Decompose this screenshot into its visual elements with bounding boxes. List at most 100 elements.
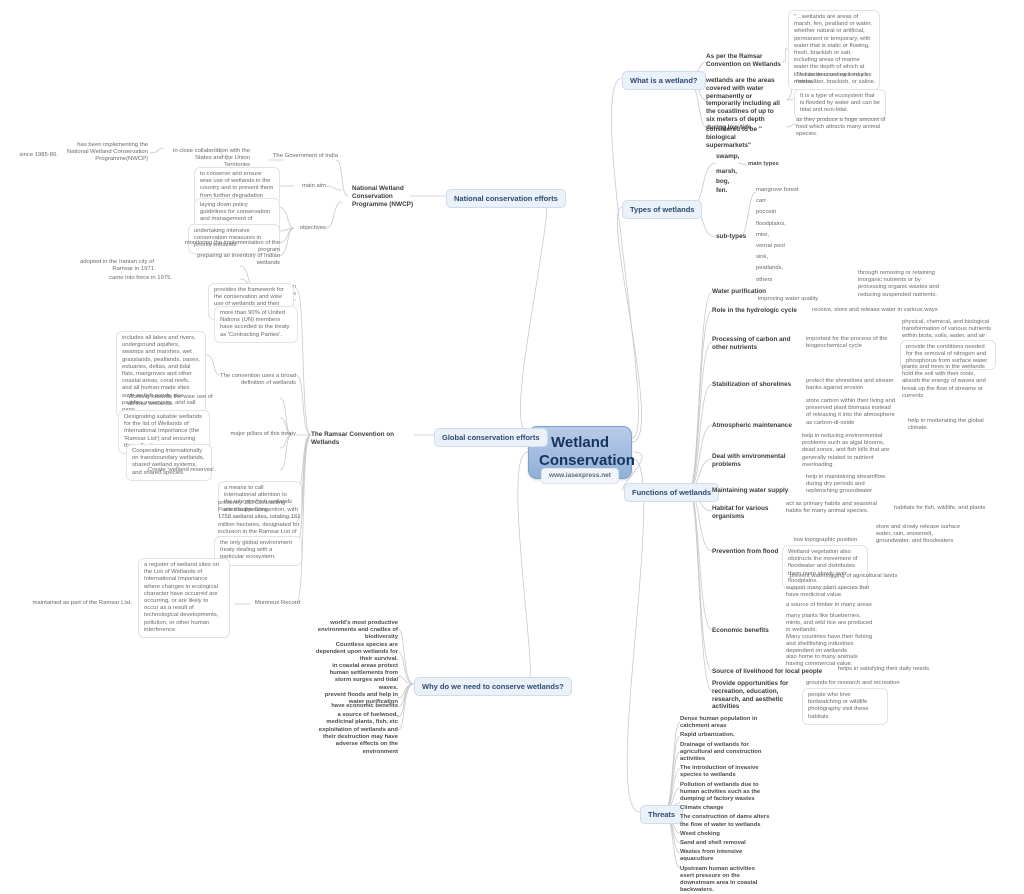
main-type-item: bog, xyxy=(716,177,730,185)
function-label-water-purification: Water purification xyxy=(712,288,767,295)
topic-national-conservation[interactable]: National conservation efforts xyxy=(446,189,566,209)
why-conserve-item: in coastal areas protect human settlemen… xyxy=(329,663,398,691)
ramsar-pillar-item: Create 'wetland reserves'. xyxy=(148,467,216,473)
topic-types-of-wetlands[interactable]: Types of wetlands xyxy=(622,200,703,220)
why-conserve-item: exploitation of wetlands and their destr… xyxy=(318,727,398,755)
function-child: grounds for research and recreation xyxy=(806,680,900,686)
function-label-atmospheric-maintenance: Atmospheric maintenance xyxy=(712,422,792,429)
ramsar-pillar-item: Cooperating internationally on transboun… xyxy=(126,444,212,481)
biological-supermarkets-child: as they produce a huge amount of food wh… xyxy=(796,117,886,138)
function-child: receive, store and release water in vari… xyxy=(812,307,938,313)
threat-item: Drainage of wetlands for agricultural an… xyxy=(680,741,762,763)
topic-why-conserve[interactable]: Why do we need to conserve wetlands? xyxy=(414,677,572,697)
why-conserve-item: a source of fuelwood, medicinal plants, … xyxy=(326,712,398,726)
montreux-record-label: Montreux Record xyxy=(254,600,300,606)
threats-list: Dense human population in catchment area… xyxy=(680,716,770,894)
threat-item: Wastes from intensive aquaculture xyxy=(680,849,743,863)
function-label-economic-benefits: Economic benefits xyxy=(712,627,769,634)
sub-type-item: others xyxy=(756,276,773,283)
topic-global-conservation[interactable]: Global conservation efforts xyxy=(434,428,548,448)
wetlands-areas-label: wetlands are the areas covered with wate… xyxy=(706,77,780,131)
ramsar-force: came into force in 1975. xyxy=(109,275,172,281)
ramsar-definition-label: As per the Ramsar Convention on Wetlands xyxy=(706,53,781,68)
function-label-source-livelihood: Source of livelihood for local people xyxy=(712,668,823,675)
threat-item: Weed choking xyxy=(680,830,720,837)
central-title: Wetland Conservation xyxy=(539,434,635,470)
threat-item: The introduction of invasive species to … xyxy=(680,765,759,779)
function-grandchild: plants and trees in the wetlands hold th… xyxy=(902,364,986,399)
function-label-hydrologic-cycle: Role in the hydrologic cycle xyxy=(712,307,797,314)
main-type-item: marsh, xyxy=(716,167,737,175)
function-grandchild: through removing or retaining inorganic … xyxy=(858,270,939,298)
nwcp-since: since 1985-86. xyxy=(19,152,58,158)
threat-item: Rapid urbanization. xyxy=(680,732,735,739)
function-label-water-supply: Maintaining water supply xyxy=(712,487,789,494)
sub-type-item: mire, xyxy=(756,231,770,238)
sub-type-item: peatlands, xyxy=(756,265,784,272)
nwcp-title: National Wetland Conservation Programme … xyxy=(352,185,414,208)
function-child: people who love birdwatching or wildlife… xyxy=(802,688,888,725)
ramsar-pillar-item: Working towards the wise use of all thei… xyxy=(128,394,213,408)
function-child: improving water quality xyxy=(758,296,819,302)
wetlands-areas-child-1: It is a type of ecosystem that is floode… xyxy=(794,89,886,119)
threat-item: Dense human population in catchment area… xyxy=(680,716,758,730)
function-label-recreation-education: Provide opportunities for recreation, ed… xyxy=(712,680,789,711)
threat-item: Upstream human activities exert pressure… xyxy=(680,865,758,894)
main-type-item: swamp, xyxy=(716,153,740,160)
sub-type-item: sink, xyxy=(756,254,769,261)
threat-item: Climate change xyxy=(680,805,724,812)
topic-what-is-a-wetland[interactable]: What is a wetland? xyxy=(622,71,706,91)
nwcp-objective-item: preparing an inventory of Indian wetland… xyxy=(197,253,280,267)
sub-type-item: carr xyxy=(756,198,767,205)
threat-item: The construction of dams alters the flow… xyxy=(680,814,770,828)
site-badge: www.iasexpress.net xyxy=(541,468,619,484)
function-grandchild: physical, chemical, and biological trans… xyxy=(902,319,992,340)
function-child: a source of timber in many areas xyxy=(786,602,872,608)
sub-types-list: mangrove forest carr pocosin floodplains… xyxy=(756,187,816,284)
function-child: low topographic position xyxy=(794,537,858,543)
nwcp-objectives-label: objectives xyxy=(299,225,326,231)
function-label-stabilization-shorelines: Stabilization of shorelines xyxy=(712,381,792,388)
wetlands-areas-child-0: The water covering it may be freshwater,… xyxy=(796,72,876,86)
ramsar-un-members: more than 90% of United Nations (UN) mem… xyxy=(214,306,298,343)
biological-supermarkets-label: considered to be " biological supermarke… xyxy=(706,126,762,149)
function-grandchild: habitats for fish, wildlife, and plants xyxy=(894,505,986,511)
why-conserve-item: have economic benefits xyxy=(331,703,398,709)
nwcp-implementing: has been implementing the National Wetla… xyxy=(66,142,148,163)
function-child: store carbon within their living and pre… xyxy=(806,398,896,426)
mindmap-canvas: Wetland Conservation www.iasexpress.net … xyxy=(0,0,1024,894)
nwcp-main-aim-label: main aim xyxy=(302,183,326,189)
main-types-list: swamp, marsh, bog, fen. xyxy=(716,153,746,195)
ramsar-broad-definition-label: The convention uses a broad definition o… xyxy=(220,373,296,387)
function-label-habitat-organisms: Habitat for various organisms xyxy=(712,505,769,520)
ramsar-adopted: adopted in the Iranian city of Ramsar in… xyxy=(79,259,154,273)
main-types-label: main types xyxy=(748,161,779,167)
function-child: act as primary habits and seasonal habit… xyxy=(786,501,878,515)
function-child: prevent waterlogging of agricultural lan… xyxy=(790,573,898,579)
ramsar-pillars-label: major pillars of this treaty xyxy=(230,431,296,437)
function-label-processing-carbon: Processing of carbon and other nutrients xyxy=(712,336,791,351)
nwcp-govt-of-india: The Government of India xyxy=(272,153,338,159)
topic-threats[interactable]: Threats xyxy=(640,805,684,825)
threat-item: Pollution of wetlands due to human activ… xyxy=(680,781,761,803)
montreux-record-child: maintained as part of the Ramsar List. xyxy=(32,600,132,606)
function-child: support many plant species that have med… xyxy=(786,585,870,599)
sub-types-label: sub-types xyxy=(716,233,747,240)
sub-type-item: pocosin xyxy=(756,209,777,216)
function-child: important for the process of the biogeoc… xyxy=(806,336,888,350)
function-child: Wetland vegetation also obstructs the mo… xyxy=(782,545,868,590)
function-child: help in maintaining streamflow during dr… xyxy=(806,474,886,495)
function-grandchild: store and slowly release surface water, … xyxy=(876,524,961,545)
sub-type-item: floodplains, xyxy=(756,220,786,227)
threat-item: Sand and shell removal xyxy=(680,840,746,847)
function-child: protect the shorelines and stream banks … xyxy=(806,378,894,392)
sub-type-item: mangrove forest xyxy=(756,187,799,193)
function-child: help in reducing environmental problems … xyxy=(802,433,890,468)
function-label-environmental-problems: Deal with environmental problems xyxy=(712,453,786,468)
why-conserve-item: world's most productive environments and… xyxy=(317,620,398,641)
ramsar-title: The Ramsar Convention on Wetlands xyxy=(311,431,395,446)
topic-functions-of-wetlands[interactable]: Functions of wetlands xyxy=(624,483,720,503)
function-child: helps in satisfying their daily needs. xyxy=(838,666,931,672)
function-child: Many countries have their fishing and sh… xyxy=(786,634,873,655)
sub-type-item: vernal pool xyxy=(756,243,785,250)
